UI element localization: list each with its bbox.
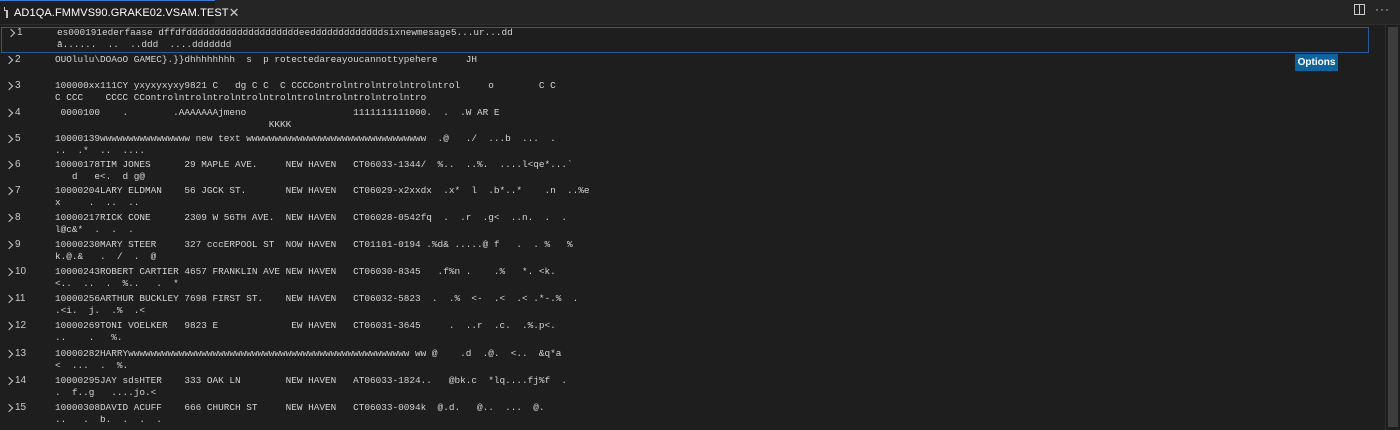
editor-tab[interactable]: AD1QA.FMMVS90.GRAKE02.VSAM.TEST ✕: [0, 0, 240, 24]
record-row[interactable]: 4 0000100 . .AAAAAAAjmeno 1111111111000.…: [0, 107, 1372, 132]
record-row[interactable]: 15 10000308DAVID ACUFF 666 CHURCH ST NEW…: [0, 402, 1372, 427]
record-row[interactable]: 12 10000269TONI VOELKER 9823 E EW HAVEN …: [0, 320, 1372, 345]
chevron-right-icon[interactable]: [4, 321, 14, 331]
record-text-line1[interactable]: 100000xx111CY yxyxyxyxy9821 C dg C C C C…: [55, 80, 556, 92]
record-text-line2[interactable]: C CCC CCCC CControlntrolntrolntrolntroln…: [55, 92, 426, 104]
chevron-right-icon[interactable]: [4, 108, 14, 118]
more-actions-icon[interactable]: ···: [1375, 3, 1390, 15]
options-button[interactable]: Options: [1295, 54, 1338, 71]
record-number: 1: [17, 27, 23, 38]
record-text-line2[interactable]: .. .* .. ....: [55, 145, 145, 157]
chevron-right-icon[interactable]: [4, 55, 14, 65]
record-number: 11: [15, 293, 26, 304]
record-text-line1[interactable]: OUOlulu\DOAoO GAMEC}.}}dhhhhhhhh s p rot…: [55, 54, 477, 66]
chevron-right-icon[interactable]: [4, 240, 14, 250]
record-text-line2[interactable]: l@c&* . . .: [55, 224, 134, 236]
record-text-line1[interactable]: 10000269TONI VOELKER 9823 E EW HAVEN CT0…: [55, 320, 556, 332]
record-number: 12: [15, 320, 27, 331]
split-editor-icon[interactable]: [1354, 4, 1365, 15]
record-editor: 1 es000191ederfaase dffdfddddddddddddddd…: [0, 25, 1400, 430]
scrollbar-thumb[interactable]: [1388, 27, 1398, 427]
record-text-line1[interactable]: es000191ederfaase dffdfddddddddddddddddd…: [57, 27, 513, 39]
close-icon[interactable]: ✕: [229, 6, 240, 19]
tab-bar: AD1QA.FMMVS90.GRAKE02.VSAM.TEST ✕ ···: [0, 0, 1400, 25]
record-text-line2[interactable]: .<i. j. .% .<: [55, 305, 145, 317]
chevron-right-icon[interactable]: [4, 160, 14, 170]
chevron-right-icon[interactable]: [4, 81, 14, 91]
record-text-line2[interactable]: <.. .. . %.. . *: [55, 278, 179, 290]
chevron-right-icon[interactable]: [4, 403, 14, 413]
record-row[interactable]: 7 10000204LARY ELDMAN 56 JGCK ST. NEW HA…: [0, 185, 1372, 210]
record-text-line2[interactable]: k.@.& . / . @: [55, 251, 156, 263]
record-row[interactable]: 8 10000217RICK CONE 2309 W 56TH AVE. NEW…: [0, 212, 1372, 237]
chevron-right-icon[interactable]: [4, 349, 14, 359]
record-number: 15: [15, 402, 27, 413]
record-number: 13: [15, 348, 27, 359]
editor-actions: ···: [1354, 3, 1390, 15]
record-text-line2[interactable]: < ... . %.: [55, 360, 128, 372]
record-number: 3: [15, 80, 21, 91]
chevron-right-icon[interactable]: [4, 213, 14, 223]
record-text-line2[interactable]: d e<. d g@: [55, 171, 145, 183]
record-number: 14: [15, 375, 27, 386]
record-text-line1[interactable]: 0000100 . .AAAAAAAjmeno 1111111111000. .…: [55, 107, 500, 119]
chevron-right-icon[interactable]: [4, 267, 14, 277]
record-row[interactable]: 3 100000xx111CY yxyxyxyxy9821 C dg C C C…: [0, 80, 1372, 105]
record-text-line2[interactable]: . f..g ....jo.<: [55, 387, 156, 399]
record-number: 7: [15, 185, 21, 196]
file-icon: [4, 7, 8, 18]
record-number: 10: [15, 266, 27, 277]
record-text-line1[interactable]: 10000217RICK CONE 2309 W 56TH AVE. NEW H…: [55, 212, 567, 224]
record-row[interactable]: 13 10000282HARRYwwwwwwwwwwwwwwwwwwwwwwww…: [0, 348, 1372, 373]
record-row[interactable]: 14 10000295JAY sdsHTER 333 OAK LN NEW HA…: [0, 375, 1372, 400]
record-number: 2: [15, 54, 21, 65]
record-text-line2[interactable]: ā...... .. ..ddd ....ddddddd: [57, 39, 231, 51]
tab-label: AD1QA.FMMVS90.GRAKE02.VSAM.TEST: [14, 6, 229, 19]
chevron-right-icon[interactable]: [4, 294, 14, 304]
chevron-right-icon[interactable]: [4, 186, 14, 196]
record-text-line2[interactable]: x . .. ..: [55, 197, 139, 209]
record-text-line1[interactable]: 10000243ROBERT CARTIER 4657 FRANKLIN AVE…: [55, 266, 556, 278]
record-row[interactable]: 10 10000243ROBERT CARTIER 4657 FRANKLIN …: [0, 266, 1372, 291]
chevron-right-icon[interactable]: [4, 134, 14, 144]
record-row[interactable]: 2 OUOlulu\DOAoO GAMEC}.}}dhhhhhhhh s p r…: [0, 54, 1372, 79]
record-row[interactable]: 6 10000178TIM JONES 29 MAPLE AVE. NEW HA…: [0, 159, 1372, 184]
record-text-line1[interactable]: 10000295JAY sdsHTER 333 OAK LN NEW HAVEN…: [55, 375, 567, 387]
record-text-line1[interactable]: 10000230MARY STEER 327 cccERPOOL ST NOW …: [55, 239, 573, 251]
record-number: 8: [15, 212, 21, 223]
record-text-line2[interactable]: .. . b. . . .: [55, 414, 162, 426]
record-text-line1[interactable]: 10000178TIM JONES 29 MAPLE AVE. NEW HAVE…: [55, 159, 573, 171]
record-row[interactable]: 1 es000191ederfaase dffdfddddddddddddddd…: [1, 27, 1369, 53]
record-row[interactable]: 9 10000230MARY STEER 327 cccERPOOL ST NO…: [0, 239, 1372, 264]
record-text-line1[interactable]: 10000204LARY ELDMAN 56 JGCK ST. NEW HAVE…: [55, 185, 589, 197]
record-number: 4: [15, 107, 21, 118]
record-number: 5: [15, 133, 21, 144]
record-number: 6: [15, 159, 21, 170]
record-number: 9: [15, 239, 21, 250]
record-row[interactable]: 5 10000139wwwwwwwwwwwwwwww new text wwww…: [0, 133, 1372, 158]
record-text-line2[interactable]: .. . %.: [55, 332, 123, 344]
record-row[interactable]: 11 10000256ARTHUR BUCKLEY 7698 FIRST ST.…: [0, 293, 1372, 318]
record-text-line2[interactable]: KKKK: [55, 119, 292, 131]
record-text-line1[interactable]: 10000256ARTHUR BUCKLEY 7698 FIRST ST. NE…: [55, 293, 578, 305]
record-text-line1[interactable]: 10000139wwwwwwwwwwwwwwww new text wwwwww…: [55, 133, 556, 145]
record-text-line1[interactable]: 10000282HARRYwwwwwwwwwwwwwwwwwwwwwwwwwww…: [55, 348, 561, 360]
chevron-right-icon[interactable]: [4, 376, 14, 386]
chevron-right-icon[interactable]: [6, 28, 16, 38]
record-text-line1[interactable]: 10000308DAVID ACUFF 666 CHURCH ST NEW HA…: [55, 402, 544, 414]
